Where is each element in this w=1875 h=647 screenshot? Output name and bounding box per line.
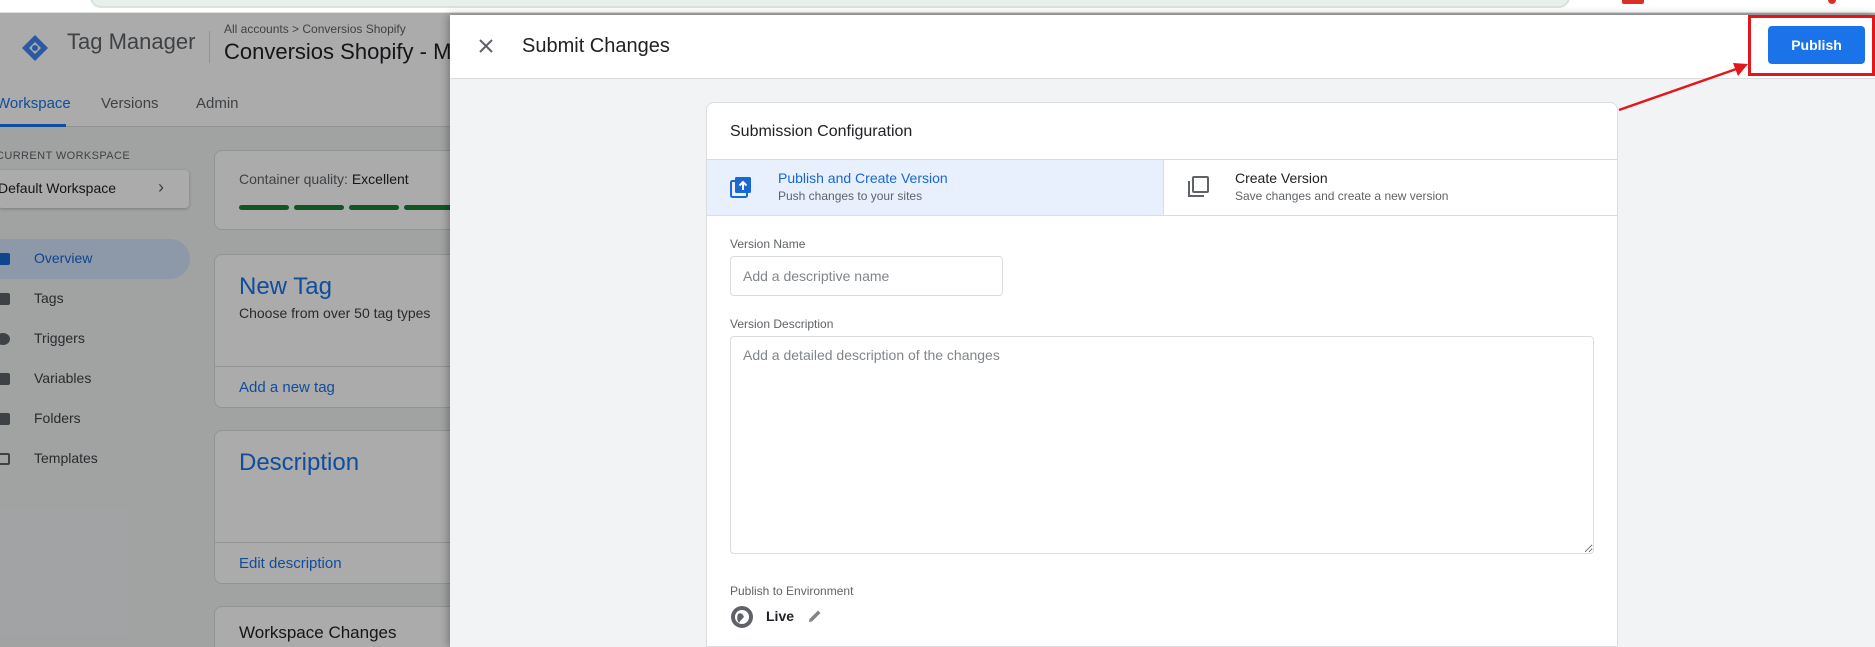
submission-options: Publish and Create Version Push changes … [707, 159, 1617, 216]
version-name-label: Version Name [730, 237, 806, 251]
submit-changes-panel: Submit Changes Publish Submission Config… [450, 15, 1875, 647]
globe-icon [731, 606, 753, 628]
notification-dot-icon [1828, 0, 1836, 4]
option-subtitle: Save changes and create a new version [1235, 189, 1449, 203]
option-subtitle: Push changes to your sites [778, 189, 923, 203]
version-description-label: Version Description [730, 317, 834, 331]
new-badge-icon [1622, 0, 1644, 4]
panel-title: Submit Changes [522, 35, 670, 57]
version-name-input[interactable] [730, 256, 1003, 296]
option-publish-and-create-version[interactable]: Publish and Create Version Push changes … [707, 160, 1163, 215]
browser-toolbar [0, 0, 1875, 13]
environment-name: Live [766, 608, 795, 624]
publish-to-environment-label: Publish to Environment [730, 584, 854, 598]
option-title: Publish and Create Version [778, 170, 948, 186]
copy-version-icon [1188, 176, 1209, 197]
address-bar[interactable] [90, 0, 1570, 8]
publish-upload-icon [730, 177, 751, 198]
version-description-input[interactable] [730, 336, 1594, 554]
submission-configuration-card: Submission Configuration Publish and Cre… [706, 102, 1618, 647]
option-title: Create Version [1235, 170, 1328, 186]
pencil-edit-icon[interactable] [807, 608, 823, 624]
submission-configuration-title: Submission Configuration [730, 123, 913, 140]
close-icon[interactable] [474, 34, 498, 58]
panel-header: Submit Changes Publish [450, 15, 1875, 79]
option-create-version[interactable]: Create Version Save changes and create a… [1163, 160, 1617, 215]
annotation-highlight-box [1748, 15, 1875, 76]
